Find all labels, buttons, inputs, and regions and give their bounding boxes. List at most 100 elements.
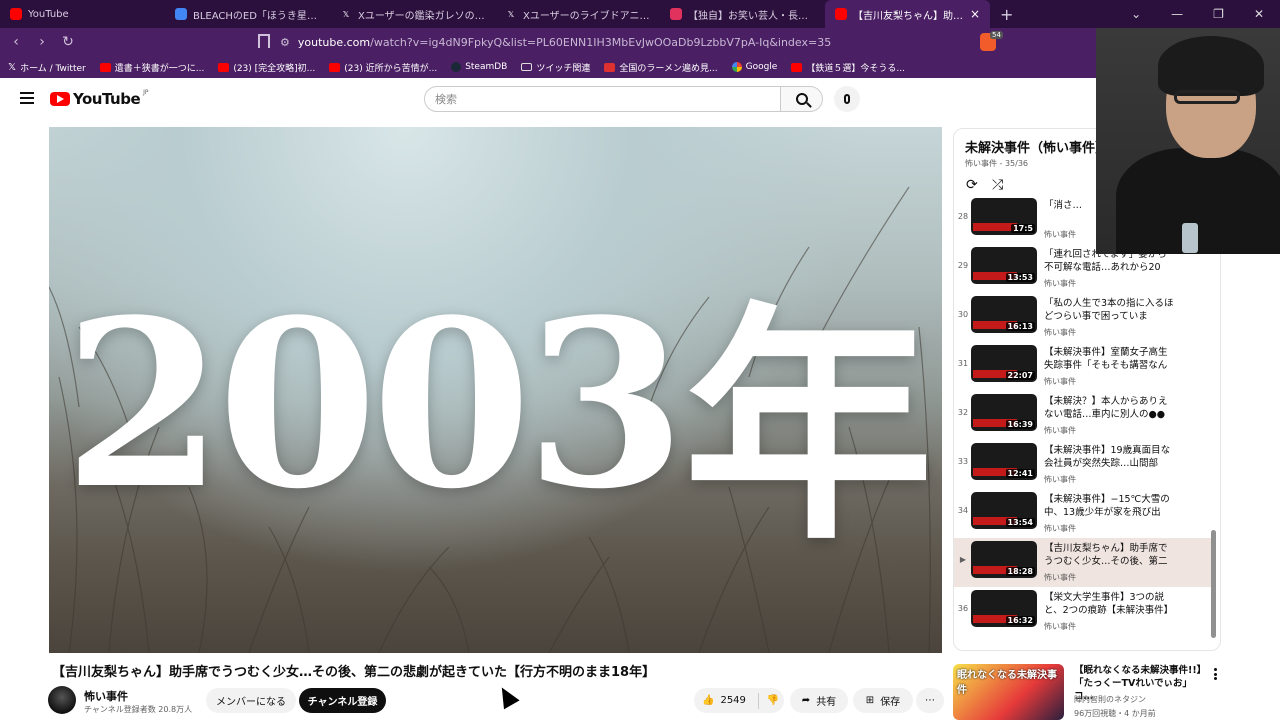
tab-title: 【独自】お笑い芸人・長州小力さんを道交 (688, 10, 815, 22)
join-membership-button[interactable]: メンバーになる (206, 688, 296, 713)
playlist-item-thumbnail[interactable]: 18:28 (971, 541, 1037, 578)
browser-tab[interactable]: 𝕏 Xユーザーのライブドアニュースさん:「【容疑 (495, 0, 660, 28)
close-window-button[interactable]: ✕ (1254, 7, 1264, 21)
playlist-item-thumbnail[interactable]: 16:13 (971, 296, 1037, 333)
youtube-logo[interactable]: YouTube JP (50, 89, 149, 108)
minimize-button[interactable]: — (1171, 7, 1183, 21)
google-favicon-icon (175, 8, 187, 20)
recommended-thumbnail[interactable]: 眠れなくなる未解決事件 (953, 664, 1064, 720)
playlist-item[interactable]: 32 16:39 【未解決？】本人からありえない電話…車内に別人の●●を発… 怖い事件 (954, 391, 1212, 440)
divider (757, 692, 759, 709)
dislike-button[interactable]: 👎 (767, 695, 779, 706)
duration-badge: 13:53 (1005, 273, 1035, 282)
bookmark-item[interactable]: SteamDB (451, 62, 507, 72)
video-player[interactable]: 2003 年 (49, 127, 942, 653)
shuffle-icon[interactable]: ⤮ (992, 177, 1003, 193)
playlist-item-thumbnail[interactable]: 22:07 (971, 345, 1037, 382)
steam-icon (451, 62, 462, 72)
red-icon (99, 62, 111, 72)
playlist-item-thumbnail[interactable]: 13:53 (971, 247, 1037, 284)
bookmark-item[interactable]: 【鉄道５選】今そうる... (791, 61, 905, 74)
channel-avatar[interactable] (48, 686, 76, 714)
youtube-play-icon (50, 92, 70, 106)
browser-tab[interactable]: 【吉川友梨ちゃん】助手席でうつむく × (825, 0, 990, 28)
playlist-item-thumbnail[interactable]: 16:32 (971, 590, 1037, 627)
bookmark-item[interactable]: 全国のラーメン遍め見... (604, 61, 718, 74)
browser-tab[interactable]: BLEACHのED「ほうき星 - Google 検索 (165, 0, 330, 28)
search-icon (795, 93, 808, 105)
new-tab-button[interactable]: + (1000, 5, 1013, 24)
duration-badge: 18:28 (1005, 567, 1035, 576)
x-favicon-icon: 𝕏 (507, 9, 515, 19)
playlist-item-thumbnail[interactable]: 16:39 (971, 394, 1037, 431)
tab-title: 【吉川友梨ちゃん】助手席でうつむく (853, 10, 964, 22)
share-label: 共有 (816, 697, 837, 708)
playlist-item-thumbnail[interactable]: 17:5 (971, 198, 1037, 235)
reload-icon[interactable]: ↻ (58, 34, 78, 50)
save-label: 保存 (880, 697, 901, 708)
save-button[interactable]: ⊞ 保存 (853, 688, 913, 713)
search-input[interactable]: 検索 (424, 86, 781, 112)
bookmark-label: Google (745, 62, 778, 72)
loop-icon[interactable]: ⟳ (966, 177, 978, 193)
menu-icon[interactable] (20, 92, 34, 104)
playlist-item-channel: 怖い事件 (1044, 328, 1076, 337)
playlist-item-title: 【未解決事件】−15℃大雪の中、13歳少年が家を飛び出す… (1044, 494, 1170, 518)
bookmark-item[interactable]: 𝕏 ホーム / Twitter (8, 61, 86, 74)
folder-icon (521, 63, 533, 71)
playlist-item-thumbnail[interactable]: 12:41 (971, 443, 1037, 480)
playlist-item[interactable]: 30 16:13 「私の人生で3本の指に入るほどつらい事で困っています」… 怖い事件 (954, 293, 1212, 342)
playlist-item-thumbnail[interactable]: 13:54 (971, 492, 1037, 529)
playlist-item[interactable]: 33 12:41 【未解決事件】19歳真面目な会社員が突然失踪…山間部の… 怖い事件 (954, 440, 1212, 489)
channel-name[interactable]: 怖い事件 (84, 688, 128, 704)
tab-list: YouTube BLEACHのED「ほうき星 - Google 検索 𝕏 Xユーザーの… (0, 0, 990, 28)
browser-tab[interactable]: 𝕏 Xユーザーの鑑染ガレソの悲報（蒙業疫 (330, 0, 495, 28)
maximize-button[interactable]: ❐ (1213, 7, 1224, 21)
bookmark-label: ホーム / Twitter (20, 63, 86, 74)
bookmark-item[interactable]: 遺書＋狭書が一つに... (99, 61, 204, 74)
playlist-item-index: ▶ (959, 555, 967, 564)
bookmark-item[interactable]: (23) 近所から苦情が... (329, 61, 437, 74)
bookmark-item[interactable]: Google (731, 62, 778, 72)
bookmark-icon[interactable] (258, 34, 270, 48)
bookmark-label: ツイッチ関連 (536, 63, 591, 74)
playlist-item-index: 36 (957, 604, 969, 613)
playlist-item[interactable]: ▶ 18:28 【吉川友梨ちゃん】助手席でうつむく少女…その後、第二の… 怖い事件 (954, 538, 1212, 587)
playlist-item-channel: 怖い事件 (1044, 622, 1076, 631)
thumbs-down-icon: 👎 (766, 695, 780, 706)
url-path: /watch?v=ig4dN9FpkyQ&list=PL60ENN1IH3MbE… (370, 35, 832, 49)
playlist-item[interactable]: 36 16:32 【栄文大学生事件】3つの説と、2つの痕跡【未解決事件】 怖い事件 (954, 587, 1212, 636)
browser-tab[interactable]: 【独自】お笑い芸人・長州小力さんを道交 (660, 0, 825, 28)
voice-search-button[interactable] (834, 86, 860, 112)
bookmark-item[interactable]: (23) [完全攻略]初... (218, 61, 315, 74)
duration-badge: 16:13 (1005, 322, 1035, 331)
youtube-icon (791, 62, 803, 72)
close-tab-icon[interactable]: × (970, 7, 980, 21)
recommended-more-icon[interactable] (1214, 668, 1217, 680)
search-button[interactable] (781, 86, 823, 112)
playlist-item[interactable]: 34 13:54 【未解決事件】−15℃大雪の中、13歳少年が家を飛び出す… 怖い事件 (954, 489, 1212, 538)
tab-search-icon[interactable]: ⌄ (1131, 7, 1141, 21)
share-button[interactable]: ➦ 共有 (790, 688, 848, 713)
playlist-scrollbar[interactable] (1211, 530, 1216, 638)
video-title: 【吉川友梨ちゃん】助手席でうつむく少女…その後、第二の悲劇が起きていた【行方不明… (52, 665, 656, 680)
playlist-item-title: 【吉川友梨ちゃん】助手席でうつむく少女…その後、第二の… (1044, 543, 1168, 567)
playlist-title[interactable]: 未解決事件（怖い事件） (965, 137, 1108, 156)
playlist-item[interactable]: 31 22:07 【未解決事件】室蘭女子高生失踪事件「そもそも講習なんて… 怖い事件 (954, 342, 1212, 391)
site-info-icon[interactable]: ⚙ (280, 36, 290, 49)
forward-icon[interactable]: › (32, 34, 52, 50)
video-overlay-text: 2003 年 (49, 127, 942, 653)
duration-badge: 17:5 (1011, 224, 1035, 233)
playlist-item-channel: 怖い事件 (1044, 377, 1076, 386)
youtube-favicon-icon (835, 8, 847, 20)
browser-tab[interactable]: YouTube (0, 0, 165, 28)
bookmark-item[interactable]: ツイッチ関連 (521, 61, 590, 74)
subscribe-button[interactable]: チャンネル登録 (299, 688, 386, 713)
google-icon (731, 62, 742, 72)
address-bar[interactable]: ⚙ youtube.com/watch?v=ig4dN9FpkyQ&list=P… (280, 31, 970, 53)
recommended-channel[interactable]: 陣内智則のネタジン (1074, 694, 1146, 705)
like-button[interactable]: 👍 2549 (702, 695, 746, 706)
back-icon[interactable]: ‹ (6, 34, 26, 50)
more-actions-button[interactable]: ⋯ (916, 688, 944, 713)
x-icon: 𝕏 (8, 61, 17, 73)
